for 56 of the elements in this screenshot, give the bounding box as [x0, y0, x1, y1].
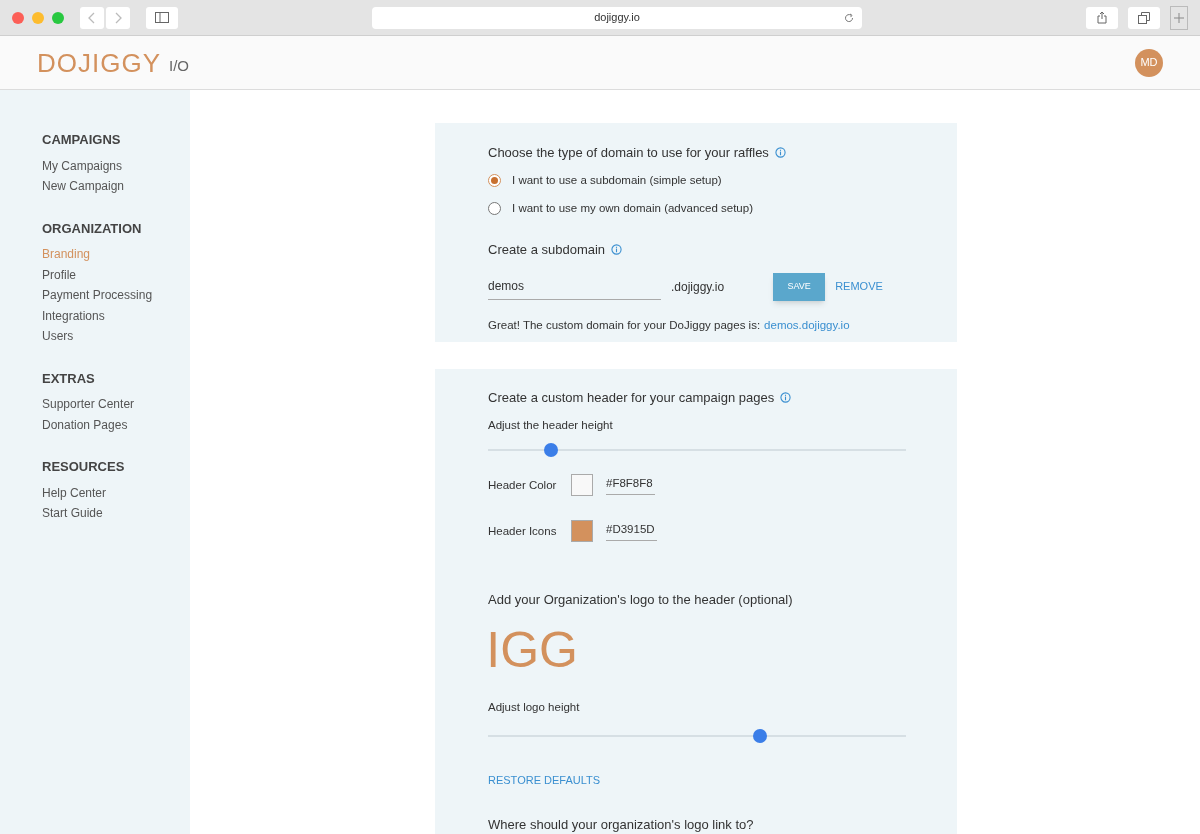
section-title: Add your Organization's logo to the header (optional) [488, 591, 794, 610]
sidebar-link[interactable]: Start Guide [42, 503, 190, 524]
share-button[interactable] [1086, 6, 1118, 29]
sidebar-link[interactable]: Users [42, 326, 190, 347]
new-tab-button[interactable] [1170, 5, 1188, 30]
color-swatch[interactable] [571, 520, 593, 543]
radio-button[interactable] [488, 201, 501, 215]
url-text: dojiggy.io [594, 10, 640, 26]
section-title: Create a custom header for your campaign pages [488, 389, 775, 405]
sidebar-link[interactable]: New Campaign [42, 176, 190, 197]
color-value-field[interactable]: #F8F8F8 [606, 475, 655, 496]
tabs-icon [1138, 11, 1150, 24]
radio-label: I want to use a subdomain (simple setup) [512, 172, 722, 188]
info-icon[interactable] [774, 147, 786, 158]
sidebar-link[interactable]: Payment Processing [42, 285, 190, 306]
radio-label: I want to use my own domain (advanced setup) [512, 200, 753, 216]
subdomain-field[interactable]: demos [488, 273, 661, 300]
chevron-right-icon [114, 11, 122, 24]
color-label: Header Icons [488, 523, 558, 539]
sidebar-toggle-button[interactable] [146, 6, 178, 29]
sidebar-link[interactable]: Profile [42, 264, 190, 285]
share-icon [1097, 11, 1107, 24]
section-title: Create a subdomain [488, 242, 606, 257]
color-value-field[interactable]: #D3915D [606, 521, 657, 542]
sidebar-heading: RESOURCES [42, 458, 126, 476]
sidebar-link[interactable]: Supporter Center [42, 394, 190, 415]
sidebar-heading: CAMPAIGNS [42, 131, 122, 149]
reload-icon[interactable] [844, 12, 854, 23]
slider-label: Adjust logo height [488, 699, 581, 715]
color-label: Header Color [488, 477, 558, 493]
radio-button[interactable] [488, 173, 501, 187]
sidebar-link[interactable]: Help Center [42, 482, 190, 503]
sidebar-icon [155, 12, 169, 23]
slider-label: Adjust the header height [488, 418, 614, 433]
info-icon[interactable] [780, 391, 792, 403]
sidebar-link[interactable]: My Campaigns [42, 155, 190, 176]
domain-suffix: .dojiggy.io [671, 278, 725, 296]
address-bar[interactable]: dojiggy.io [372, 6, 862, 29]
color-swatch[interactable] [571, 474, 593, 497]
logo-preview: IGG [488, 625, 578, 674]
sidebar-heading: ORGANIZATION [42, 219, 143, 238]
slider-thumb[interactable] [543, 443, 558, 458]
slider-thumb[interactable] [752, 729, 767, 743]
close-window-icon[interactable] [12, 11, 24, 24]
plus-icon [1174, 12, 1184, 23]
info-icon[interactable] [611, 244, 623, 255]
confirmation-text: Great! The custom domain for your DoJiggy pages is: [488, 317, 761, 333]
maximize-window-icon[interactable] [52, 11, 64, 24]
tabs-button[interactable] [1128, 6, 1160, 29]
brand-suffix: I/O [169, 56, 190, 77]
chevron-left-icon [88, 11, 96, 24]
sidebar-heading: EXTRAS [42, 369, 96, 388]
section-title: Where should your organization's logo link to? [488, 815, 755, 834]
sidebar-link[interactable]: Donation Pages [42, 414, 190, 435]
section-title: Choose the type of domain to use for your raffles [488, 145, 769, 160]
sidebar-link[interactable]: Integrations [42, 305, 190, 326]
